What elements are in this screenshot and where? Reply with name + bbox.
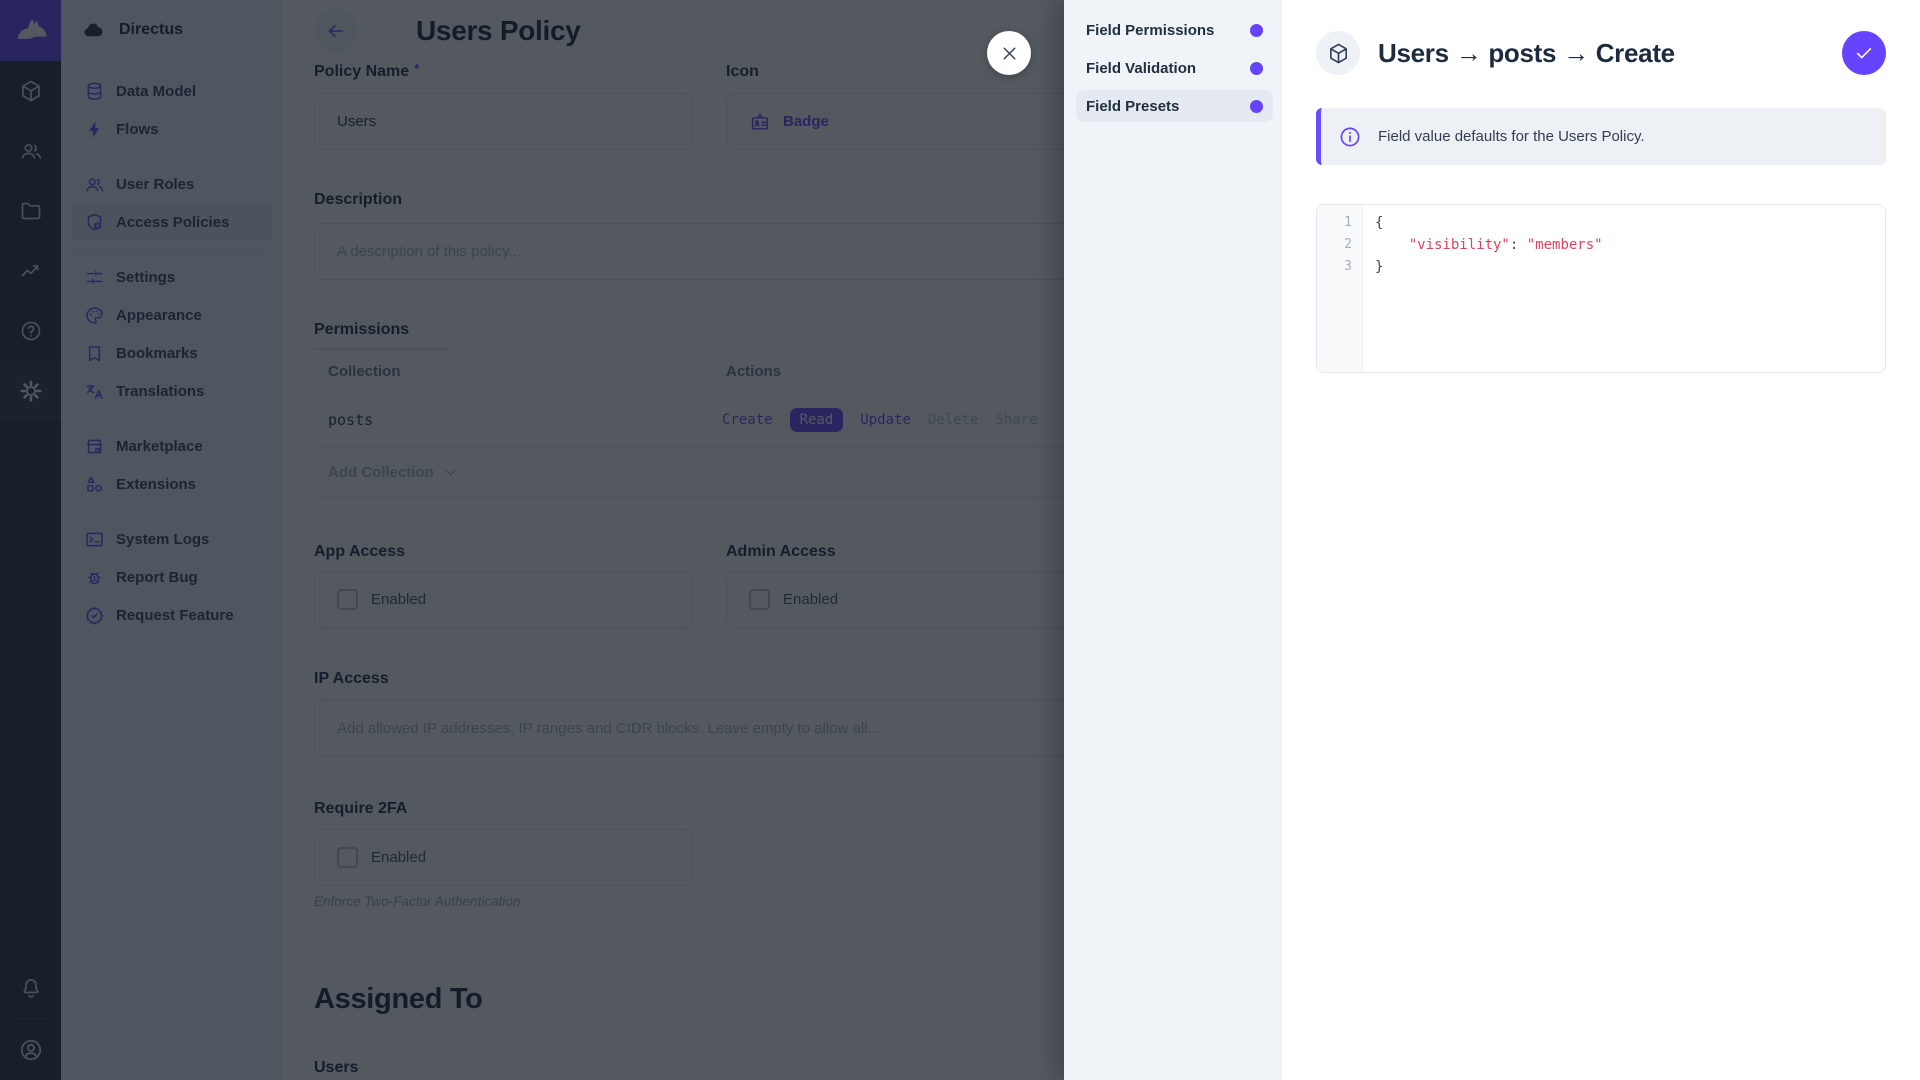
tab-label: Field Presets — [1086, 98, 1179, 115]
directus-app: Directus Data Model Flows User Roles Acc… — [0, 0, 1920, 1080]
drawer-tab-list: Field Permissions Field Validation Field… — [1064, 0, 1282, 1080]
tab-label: Field Permissions — [1086, 22, 1214, 39]
close-drawer-button[interactable] — [987, 31, 1031, 75]
tab-label: Field Validation — [1086, 60, 1196, 77]
check-icon — [1853, 42, 1875, 64]
tab-field-validation[interactable]: Field Validation — [1076, 52, 1273, 84]
line-number-gutter: 1 2 3 — [1317, 205, 1363, 372]
drawer-header-badge — [1316, 31, 1360, 75]
status-dot — [1250, 100, 1263, 113]
line-number: 2 — [1317, 234, 1352, 256]
info-banner-text: Field value defaults for the Users Polic… — [1378, 128, 1645, 145]
drawer-backdrop[interactable] — [0, 0, 1064, 1080]
line-number: 1 — [1317, 212, 1352, 234]
info-banner: Field value defaults for the Users Polic… — [1316, 108, 1886, 165]
field-presets-code-editor[interactable]: 1 2 3 { "visibility": "members" } — [1316, 204, 1886, 373]
drawer-panel: Users → posts → Create Field value defau… — [1282, 0, 1920, 1080]
code-line: } — [1375, 256, 1885, 278]
line-number: 3 — [1317, 256, 1352, 278]
code-content: { "visibility": "members" } — [1363, 205, 1885, 372]
tab-field-presets[interactable]: Field Presets — [1076, 90, 1273, 122]
status-dot — [1250, 62, 1263, 75]
save-button[interactable] — [1842, 31, 1886, 75]
code-line: "visibility": "members" — [1375, 234, 1885, 256]
drawer-title: Users → posts → Create — [1378, 38, 1675, 69]
status-dot — [1250, 24, 1263, 37]
tab-field-permissions[interactable]: Field Permissions — [1076, 14, 1273, 46]
code-line: { — [1375, 212, 1885, 234]
close-icon — [999, 43, 1020, 64]
box-icon — [1327, 42, 1350, 65]
drawer-header: Users → posts → Create — [1316, 31, 1886, 75]
info-icon — [1338, 125, 1362, 149]
